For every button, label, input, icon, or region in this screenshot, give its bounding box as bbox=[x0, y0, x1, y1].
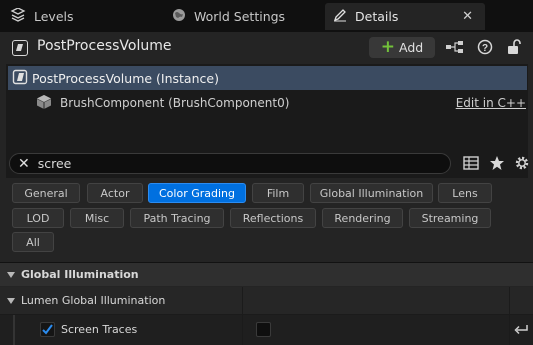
star-icon bbox=[489, 155, 505, 174]
actor-header: PostProcessVolume + Add ? bbox=[0, 32, 533, 62]
filter-actor[interactable]: Actor bbox=[87, 183, 143, 203]
column-divider bbox=[242, 287, 243, 345]
svg-text:?: ? bbox=[482, 43, 488, 54]
levels-icon bbox=[10, 7, 26, 25]
filter-lens[interactable]: Lens bbox=[438, 183, 492, 203]
close-icon[interactable]: ✕ bbox=[18, 156, 30, 172]
plus-icon: + bbox=[380, 37, 396, 57]
favorites-button[interactable] bbox=[487, 154, 507, 174]
add-component-button[interactable]: + Add bbox=[369, 37, 435, 58]
reset-arrow-icon bbox=[513, 322, 529, 339]
edit-in-cpp-link[interactable]: Edit in C++ bbox=[456, 96, 526, 110]
tab-levels-label: Levels bbox=[34, 9, 74, 24]
tab-world-settings-label: World Settings bbox=[194, 9, 286, 24]
filter-global-illumination[interactable]: Global Illumination bbox=[310, 183, 433, 203]
filter-color-grading[interactable]: Color Grading bbox=[148, 183, 246, 203]
tab-levels[interactable]: Levels bbox=[2, 3, 162, 30]
filter-general[interactable]: General bbox=[12, 183, 80, 203]
filter-film[interactable]: Film bbox=[252, 183, 304, 203]
section-title: Lumen Global Illumination bbox=[21, 294, 166, 307]
tab-details-label: Details bbox=[355, 9, 399, 24]
pencil-icon bbox=[333, 8, 347, 25]
blueprint-button[interactable] bbox=[444, 38, 466, 58]
globe-icon bbox=[172, 8, 186, 25]
section-title: Global Illumination bbox=[21, 268, 139, 281]
tab-bar: Levels World Settings Details ✕ bbox=[0, 0, 533, 32]
property-matrix-button[interactable] bbox=[461, 154, 481, 174]
filter-misc[interactable]: Misc bbox=[70, 208, 124, 228]
property-label: Screen Traces bbox=[61, 323, 138, 336]
column-divider bbox=[509, 287, 510, 345]
actor-title: PostProcessVolume bbox=[37, 38, 172, 54]
tree-item-instance[interactable]: PostProcessVolume (Instance) bbox=[8, 66, 527, 90]
tab-details[interactable]: Details ✕ bbox=[325, 3, 485, 30]
filter-streaming[interactable]: Streaming bbox=[409, 208, 491, 228]
lock-button[interactable] bbox=[503, 38, 525, 58]
tree-item-label: PostProcessVolume (Instance) bbox=[32, 70, 219, 86]
help-icon: ? bbox=[477, 39, 493, 58]
settings-button[interactable] bbox=[512, 154, 532, 174]
property-row-screen-traces: Screen Traces bbox=[0, 315, 533, 345]
details-panel: PostProcessVolume + Add ? PostProcessVol… bbox=[0, 32, 533, 345]
filter-rendering[interactable]: Rendering bbox=[322, 208, 403, 228]
tab-world-settings[interactable]: World Settings bbox=[164, 3, 324, 30]
chevron-down-icon bbox=[7, 297, 15, 304]
tree-item-brush-component[interactable]: BrushComponent (BrushComponent0) Edit in… bbox=[36, 92, 526, 114]
table-icon bbox=[463, 155, 479, 173]
section-global-illumination[interactable]: Global Illumination bbox=[0, 262, 533, 286]
blueprint-icon bbox=[445, 40, 465, 57]
filter-all[interactable]: All bbox=[12, 232, 54, 252]
override-checkbox[interactable] bbox=[40, 322, 55, 337]
add-label: Add bbox=[399, 40, 424, 55]
unlock-icon bbox=[507, 38, 521, 58]
actor-icon bbox=[12, 40, 28, 56]
cube-icon bbox=[36, 94, 52, 113]
actor-icon bbox=[12, 69, 28, 88]
close-icon[interactable]: ✕ bbox=[462, 9, 473, 24]
section-lumen-global-illumination[interactable]: Lumen Global Illumination bbox=[0, 287, 533, 314]
reset-to-default-button[interactable] bbox=[513, 322, 529, 339]
filter-path-tracing[interactable]: Path Tracing bbox=[130, 208, 224, 228]
filter-reflections[interactable]: Reflections bbox=[230, 208, 316, 228]
search-value: scree bbox=[37, 156, 72, 171]
screen-traces-checkbox[interactable] bbox=[256, 322, 271, 337]
chevron-down-icon bbox=[7, 271, 15, 278]
row-divider bbox=[0, 314, 533, 315]
search-input[interactable]: ✕ scree bbox=[9, 153, 451, 174]
filter-lod[interactable]: LOD bbox=[12, 208, 64, 228]
gear-icon bbox=[514, 155, 530, 174]
help-button[interactable]: ? bbox=[474, 38, 496, 58]
tree-item-label: BrushComponent (BrushComponent0) bbox=[60, 96, 290, 110]
